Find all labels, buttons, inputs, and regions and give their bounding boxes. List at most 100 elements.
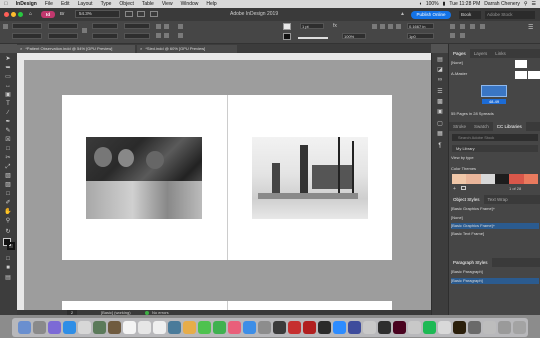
gradient-swatch-tool-icon[interactable]: ▧ <box>4 173 12 180</box>
master-a-thumbnail-left[interactable] <box>515 71 527 79</box>
pen-tool-icon[interactable]: ✒ <box>4 119 12 126</box>
note-tool-icon[interactable]: □ <box>4 191 12 198</box>
height-field[interactable] <box>48 33 78 39</box>
reference-point-icon[interactable] <box>3 24 8 29</box>
mail-icon[interactable] <box>408 321 421 334</box>
select-container-icon[interactable] <box>178 24 183 29</box>
width-field[interactable] <box>48 23 78 29</box>
vertical-ruler[interactable] <box>17 60 24 310</box>
preview-icon[interactable] <box>363 321 376 334</box>
menu-object[interactable]: Object <box>115 1 137 7</box>
auto-fit-icon[interactable] <box>450 24 455 29</box>
x-position-field[interactable] <box>12 23 42 29</box>
content-collector-icon[interactable]: ▣ <box>4 92 12 99</box>
menu-table[interactable]: Table <box>138 1 158 7</box>
wifi-icon[interactable]: ◖ <box>419 1 422 7</box>
spread-label[interactable]: 48-49 <box>482 99 506 104</box>
object-style-none[interactable]: [None] <box>451 215 539 221</box>
color-theme-swatches[interactable] <box>452 174 538 184</box>
tab-pages[interactable]: Pages <box>449 49 470 58</box>
apple-icon[interactable]:  <box>0 1 12 7</box>
type-tool-icon[interactable]: T <box>4 101 12 108</box>
tab-sled[interactable]: × *Sled.indd @ 60% [GPU Preview] <box>137 45 237 53</box>
object-style-graphics-frame[interactable]: [Basic Graphics Frame]+ <box>451 223 539 229</box>
select-content-icon[interactable] <box>178 33 183 38</box>
master-none[interactable]: [None] <box>451 60 463 66</box>
arrange-documents-icon[interactable] <box>150 11 158 17</box>
cc-libraries-icon[interactable]: ▣ <box>436 109 444 116</box>
pages-panel-icon[interactable]: ▤ <box>436 57 444 64</box>
indesign-dock-icon[interactable] <box>393 321 406 334</box>
menu-app-name[interactable]: InDesign <box>12 1 41 7</box>
panel-menu-icon[interactable]: ☰ <box>528 24 533 31</box>
terminal-icon[interactable] <box>273 321 286 334</box>
siri-icon[interactable] <box>33 321 46 334</box>
constrain-proportions-icon[interactable] <box>82 28 87 33</box>
contacts-icon[interactable] <box>108 321 121 334</box>
shear-field[interactable] <box>124 33 150 39</box>
notes-icon[interactable] <box>138 321 151 334</box>
downloads-folder-icon[interactable] <box>483 321 496 334</box>
scale-y-field[interactable] <box>92 33 118 39</box>
page-right[interactable] <box>227 95 392 260</box>
rotate-ccw-icon[interactable] <box>164 24 169 29</box>
hand-tool-icon[interactable]: ✋ <box>4 209 12 216</box>
flip-vertical-icon[interactable] <box>164 33 169 38</box>
close-window-button[interactable] <box>4 12 9 17</box>
tab-swatch[interactable]: Swatch <box>470 122 493 131</box>
menu-edit[interactable]: Edit <box>57 1 74 7</box>
fit-frame-icon[interactable] <box>470 24 475 29</box>
master-none-thumbnail[interactable] <box>515 60 527 68</box>
finder-icon[interactable] <box>18 321 31 334</box>
tab-paragraph-styles[interactable]: Paragraph Styles <box>449 258 492 267</box>
view-options-icon[interactable] <box>137 11 145 17</box>
paragraph-styles-icon[interactable]: ¶ <box>436 143 444 150</box>
menu-help[interactable]: Help <box>202 1 220 7</box>
scissors-tool-icon[interactable]: ✂ <box>4 155 12 162</box>
tab-close-icon[interactable]: × <box>20 46 22 51</box>
menu-list-icon[interactable]: ☰ <box>532 1 536 7</box>
layers-panel-icon[interactable]: ◪ <box>436 67 444 74</box>
free-transform-tool-icon[interactable]: ⤢ <box>4 164 12 171</box>
publish-online-button[interactable]: Publish Online <box>411 11 451 19</box>
word-app-icon[interactable] <box>348 321 361 334</box>
stroke-swatch[interactable] <box>283 33 291 40</box>
pdf-app-icon[interactable] <box>303 321 316 334</box>
share-icon[interactable]: ▲ <box>400 11 405 17</box>
screen-mode-icon[interactable] <box>125 11 133 17</box>
menu-window[interactable]: Window <box>177 1 203 7</box>
page-next-right[interactable] <box>227 301 392 310</box>
utility-icon[interactable] <box>468 321 481 334</box>
workspace-switcher[interactable]: Book <box>459 11 481 19</box>
textedit-icon[interactable] <box>438 321 451 334</box>
screen-mode-tool-icon[interactable]: ▤ <box>4 275 12 282</box>
rectangle-frame-tool-icon[interactable]: ☒ <box>4 137 12 144</box>
swatch[interactable] <box>509 174 524 184</box>
swatch[interactable] <box>466 174 481 184</box>
tab-layers[interactable]: Layers <box>470 49 492 58</box>
center-content-icon[interactable] <box>480 24 485 29</box>
launchpad-icon[interactable] <box>48 321 61 334</box>
tab-links[interactable]: Links <box>491 49 510 58</box>
maps-icon[interactable] <box>168 321 181 334</box>
library-dropdown[interactable]: My Library <box>452 145 538 152</box>
stroke-panel-icon[interactable]: ☰ <box>436 89 444 96</box>
clock[interactable]: Tue 11:28 PM <box>449 1 480 7</box>
tab-patient-observation[interactable]: × *Patient Observation.indd @ 54% [GPU Pr… <box>17 45 135 53</box>
camera-app-icon[interactable] <box>318 321 331 334</box>
swatch[interactable] <box>452 174 467 184</box>
line-tool-icon[interactable]: ∕ <box>4 110 12 117</box>
direct-selection-tool-icon[interactable]: ➥ <box>4 65 12 72</box>
zoom-window-button[interactable] <box>18 12 23 17</box>
menu-type[interactable]: Type <box>97 1 116 7</box>
eyedropper-tool-icon[interactable]: ✐ <box>4 200 12 207</box>
photos-icon[interactable] <box>183 321 196 334</box>
tab-cc-libraries[interactable]: CC Libraries <box>492 122 526 131</box>
calendar-icon[interactable] <box>123 321 136 334</box>
stroke-weight-field[interactable]: 1 pt <box>300 23 324 29</box>
library-search-input[interactable]: Search Adobe Stock <box>452 134 538 141</box>
tab-object-styles[interactable]: Object Styles <box>449 195 484 204</box>
safari-icon[interactable] <box>63 321 76 334</box>
spotify-icon[interactable] <box>423 321 436 334</box>
page-next-left[interactable] <box>62 301 227 310</box>
